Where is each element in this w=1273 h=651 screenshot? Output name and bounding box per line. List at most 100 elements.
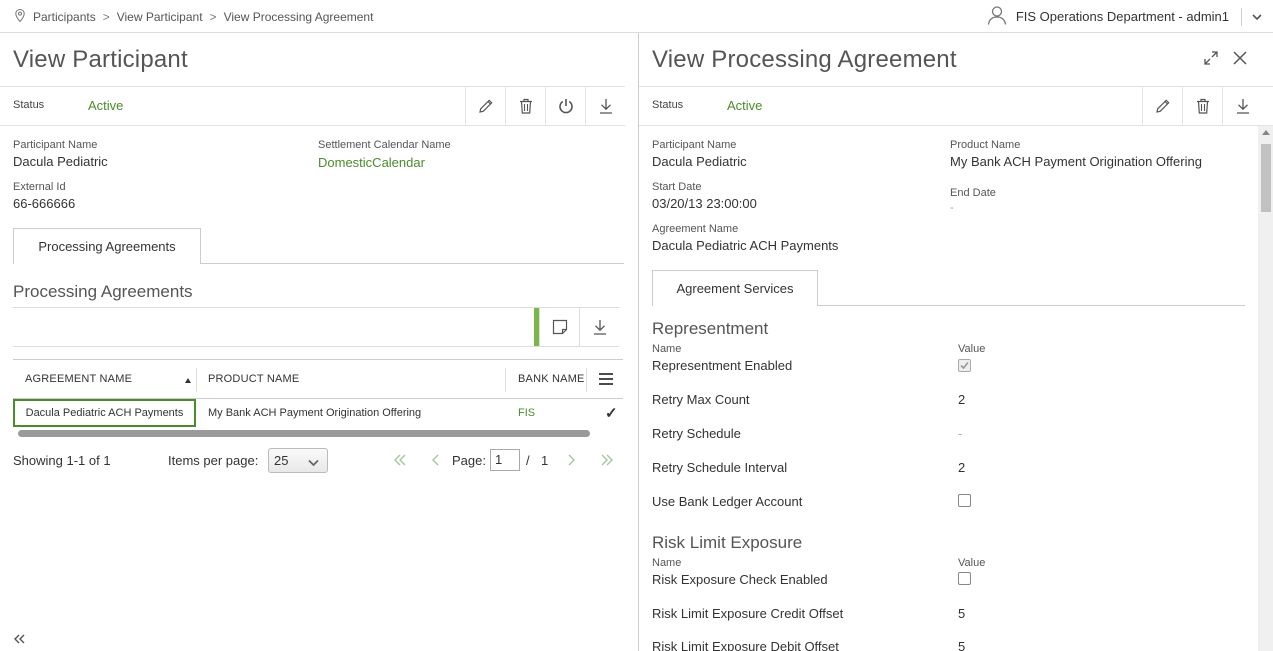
status-value: Active <box>727 98 763 113</box>
product-name-cell: My Bank ACH Payment Origination Offering <box>208 407 422 419</box>
value-column-label: Value <box>958 343 986 355</box>
settlement-calendar-label: Settlement Calendar Name <box>318 139 451 151</box>
bank-name-cell[interactable]: FIS <box>518 399 535 427</box>
participant-name-value: Dacula Pediatric <box>13 154 108 169</box>
last-page-icon[interactable] <box>600 450 614 471</box>
use-bank-ledger-account-checkbox <box>958 494 971 507</box>
breadcrumb-separator: > <box>209 10 217 24</box>
next-page-icon[interactable] <box>568 450 576 471</box>
chevron-down-icon[interactable] <box>1252 9 1262 24</box>
column-menu-icon[interactable] <box>599 373 613 388</box>
scroll-up-icon[interactable] <box>1262 130 1270 135</box>
edit-button[interactable] <box>1142 87 1182 125</box>
panel-title: View Processing Agreement <box>652 46 957 73</box>
column-separator <box>196 368 197 392</box>
participant-name-value: Dacula Pediatric <box>652 154 747 169</box>
pencil-icon <box>1155 99 1170 113</box>
download-button[interactable] <box>585 87 625 125</box>
user-icon <box>987 5 1007 28</box>
trash-icon <box>1196 98 1209 114</box>
column-header-product-name[interactable]: PRODUCT NAME <box>208 373 299 385</box>
representment-enabled-checkbox <box>958 359 971 372</box>
agreement-name-label: Agreement Name <box>652 223 739 235</box>
breadcrumb-view-processing-agreement: View Processing Agreement <box>223 10 374 24</box>
checkmark-icon: ✓ <box>605 405 618 422</box>
page-input[interactable]: 1 <box>490 449 520 471</box>
breadcrumb-participants[interactable]: Participants <box>33 10 96 24</box>
edit-button[interactable] <box>465 87 505 125</box>
retry-schedule-value: - <box>958 426 963 441</box>
end-date-value: - <box>950 202 954 214</box>
participant-name-label: Participant Name <box>13 139 98 151</box>
status-value: Active <box>88 98 124 113</box>
settlement-calendar-link[interactable]: DomesticCalendar <box>318 155 425 170</box>
export-button[interactable] <box>579 308 619 346</box>
external-id-label: External Id <box>13 181 66 193</box>
retry-schedule-label: Retry Schedule <box>652 426 741 441</box>
horizontal-scrollbar[interactable] <box>18 430 590 437</box>
grid-header: AGREEMENT NAME PRODUCT NAME BANK NAME <box>13 359 623 399</box>
start-date-value: 03/20/13 23:00:00 <box>652 196 757 211</box>
items-per-page-select[interactable]: 25 <box>268 448 328 473</box>
end-date-label: End Date <box>950 187 996 199</box>
use-bank-ledger-account-label: Use Bank Ledger Account <box>652 494 803 509</box>
download-button[interactable] <box>1222 87 1262 125</box>
name-column-label: Name <box>652 557 682 569</box>
retry-schedule-interval-label: Retry Schedule Interval <box>652 460 788 475</box>
total-pages: 1 <box>541 453 549 468</box>
status-bar: Status Active <box>0 86 625 126</box>
sort-ascending-icon[interactable] <box>185 374 191 386</box>
vertical-scrollbar[interactable] <box>1258 126 1273 651</box>
view-processing-agreement-panel: View Processing Agreement Status Active … <box>638 33 1273 651</box>
deactivate-button[interactable] <box>545 87 585 125</box>
column-separator <box>505 368 506 392</box>
view-participant-panel: View Participant Status Active Participa… <box>0 33 638 651</box>
user-label: FIS Operations Department - admin1 <box>1015 9 1229 24</box>
tab-processing-agreements[interactable]: Processing Agreements <box>13 228 201 264</box>
column-separator <box>586 368 587 392</box>
expand-icon[interactable] <box>1204 51 1218 68</box>
column-header-agreement-name[interactable]: AGREEMENT NAME <box>25 373 132 385</box>
items-per-page-label: Items per page: <box>168 453 259 468</box>
tab-agreement-services[interactable]: Agreement Services <box>652 270 818 306</box>
status-label: Status <box>13 99 45 111</box>
name-column-label: Name <box>652 343 682 355</box>
power-icon <box>558 99 573 114</box>
representment-enabled-label: Representment Enabled <box>652 358 793 373</box>
collapse-sidebar-icon[interactable] <box>13 628 25 649</box>
risk-limit-section-title: Risk Limit Exposure <box>652 533 803 552</box>
table-row[interactable]: Dacula Pediatric ACH Payments My Bank AC… <box>13 399 623 429</box>
trash-icon <box>519 98 532 114</box>
risk-credit-offset-value: 5 <box>958 606 966 621</box>
risk-exposure-check-enabled-checkbox <box>958 572 971 585</box>
user-menu[interactable]: FIS Operations Department - admin1 <box>987 0 1273 33</box>
column-header-bank-name[interactable]: BANK NAME <box>518 373 585 385</box>
first-page-icon[interactable] <box>393 450 407 471</box>
pagination: Showing 1-1 of 1 Items per page: 25 Page… <box>13 448 623 474</box>
section-title: Processing Agreements <box>13 282 193 301</box>
agreement-name-cell[interactable]: Dacula Pediatric ACH Payments <box>13 399 196 427</box>
scrollbar-thumb[interactable] <box>1261 144 1271 212</box>
pencil-icon <box>478 99 493 113</box>
location-pin-icon <box>15 8 25 25</box>
previous-page-icon[interactable] <box>431 450 439 471</box>
delete-button[interactable] <box>505 87 545 125</box>
divider <box>1241 7 1242 26</box>
close-icon[interactable] <box>1233 51 1247 68</box>
retry-max-count-label: Retry Max Count <box>652 392 750 407</box>
showing-count: Showing 1-1 of 1 <box>13 453 111 468</box>
risk-credit-offset-label: Risk Limit Exposure Credit Offset <box>652 606 844 621</box>
page-separator: / <box>526 453 530 468</box>
value-column-label: Value <box>958 557 986 569</box>
retry-max-count-value: 2 <box>958 392 966 407</box>
notes-button[interactable] <box>539 308 579 346</box>
breadcrumb-view-participant[interactable]: View Participant <box>117 10 203 24</box>
download-icon <box>593 320 606 335</box>
retry-schedule-interval-value: 2 <box>958 460 966 475</box>
breadcrumb-separator: > <box>102 10 110 24</box>
agreement-name-value: Dacula Pediatric ACH Payments <box>652 238 839 253</box>
chevron-down-icon <box>308 455 319 470</box>
top-bar: Participants > View Participant > View P… <box>0 0 1273 33</box>
start-date-label: Start Date <box>652 181 702 193</box>
delete-button[interactable] <box>1182 87 1222 125</box>
